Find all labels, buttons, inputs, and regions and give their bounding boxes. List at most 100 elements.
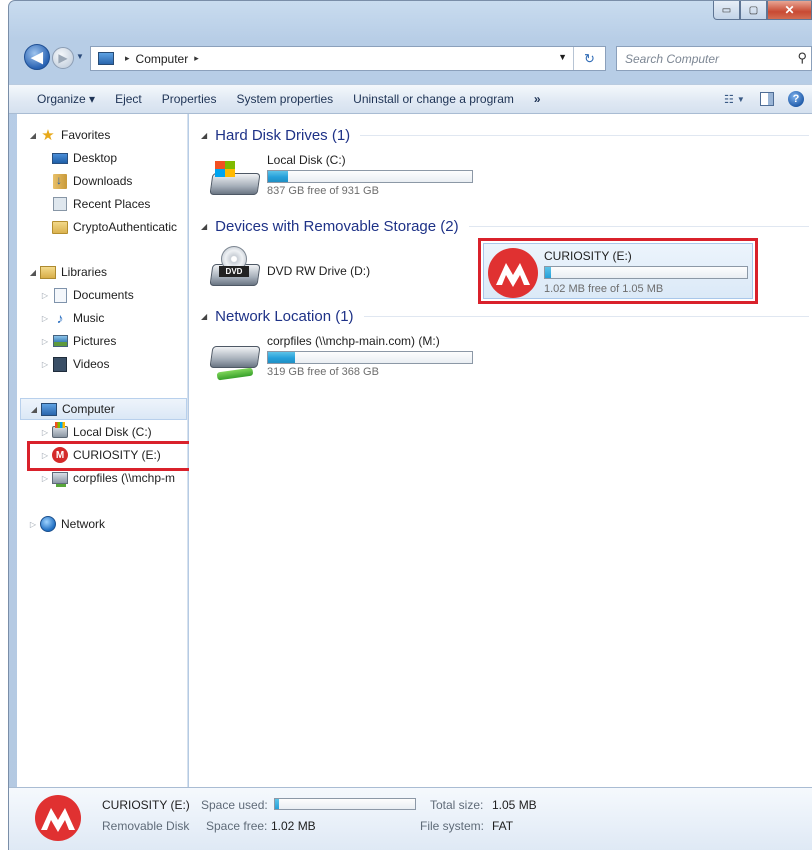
nav-desktop[interactable]: Desktop bbox=[51, 147, 117, 169]
change-view-button[interactable]: ☷ ▼ bbox=[724, 91, 746, 107]
address-row: ◀ ▶ ▼ ▸ Computer ▸ ▼ ↻ ⚲ bbox=[8, 44, 812, 76]
nav-local-disk[interactable]: ▷ Local Disk (C:) bbox=[39, 421, 152, 443]
expand-arrow-icon[interactable]: ◢ bbox=[27, 131, 39, 140]
close-button[interactable]: ✕ bbox=[767, 1, 812, 20]
eject-button[interactable]: Eject bbox=[105, 92, 152, 106]
expand-arrow-icon[interactable]: ◢ bbox=[201, 131, 207, 140]
nav-computer[interactable]: ◢ Computer bbox=[20, 398, 187, 420]
folder-icon bbox=[51, 219, 69, 235]
microchip-logo-icon bbox=[488, 248, 538, 298]
recent-pages-dropdown[interactable]: ▼ bbox=[76, 52, 84, 61]
nav-label: Pictures bbox=[73, 334, 117, 348]
hard-disk-icon bbox=[209, 153, 261, 201]
collapse-arrow-icon[interactable]: ▷ bbox=[39, 314, 51, 323]
breadcrumb-separator[interactable]: ▸ bbox=[194, 53, 199, 64]
nav-cryptoauthentication[interactable]: CryptoAuthenticatic bbox=[51, 216, 177, 238]
collapse-arrow-icon[interactable]: ▷ bbox=[39, 428, 51, 437]
breadcrumb-computer[interactable]: Computer bbox=[136, 52, 189, 66]
address-history-dropdown[interactable]: ▼ bbox=[558, 52, 567, 62]
collapse-arrow-icon[interactable]: ▷ bbox=[39, 474, 51, 483]
nav-recent-places[interactable]: Recent Places bbox=[51, 193, 150, 215]
nav-pictures[interactable]: ▷ Pictures bbox=[39, 330, 116, 352]
nav-downloads[interactable]: Downloads bbox=[51, 170, 132, 192]
expand-arrow-icon[interactable]: ◢ bbox=[201, 312, 207, 321]
recent-places-icon bbox=[51, 196, 69, 212]
space-free-label: Space free: bbox=[206, 819, 268, 833]
documents-icon bbox=[51, 287, 69, 303]
window-controls: ▭ ▢ ✕ bbox=[713, 1, 812, 21]
libraries-icon bbox=[39, 264, 57, 280]
expand-arrow-icon[interactable]: ◢ bbox=[27, 268, 39, 277]
details-drive-name: CURIOSITY (E:) bbox=[102, 798, 190, 812]
view-controls: ☷ ▼ ? bbox=[724, 91, 804, 107]
file-system-value: FAT bbox=[492, 819, 514, 833]
search-input[interactable] bbox=[625, 51, 785, 66]
minimize-button[interactable]: ▭ bbox=[713, 1, 740, 20]
nav-videos[interactable]: ▷ Videos bbox=[39, 353, 109, 375]
maximize-button[interactable]: ▢ bbox=[740, 1, 767, 20]
expand-arrow-icon[interactable]: ◢ bbox=[201, 222, 207, 231]
group-header-hard-disk-drives[interactable]: ◢ Hard Disk Drives (1) bbox=[201, 125, 809, 145]
system-properties-button[interactable]: System properties bbox=[226, 92, 343, 106]
nav-label: Videos bbox=[73, 357, 110, 371]
chevron-down-icon: ▼ bbox=[736, 94, 745, 104]
forward-button[interactable]: ▶ bbox=[52, 47, 74, 69]
more-commands-button[interactable]: » bbox=[524, 92, 551, 106]
drive-corpfiles-m[interactable]: corpfiles (\\mchp-main.com) (M:) 319 GB … bbox=[209, 334, 489, 394]
search-icon[interactable]: ⚲ bbox=[797, 50, 807, 66]
group-divider bbox=[363, 315, 809, 317]
refresh-button[interactable]: ↻ bbox=[573, 47, 605, 70]
back-arrow-icon: ◀ bbox=[31, 49, 43, 66]
group-header-removable-storage[interactable]: ◢ Devices with Removable Storage (2) bbox=[201, 216, 809, 236]
nav-documents[interactable]: ▷ Documents bbox=[39, 284, 134, 306]
uninstall-program-button[interactable]: Uninstall or change a program bbox=[343, 92, 524, 106]
dvd-drive-icon: DVD bbox=[209, 244, 261, 292]
nav-label: Downloads bbox=[73, 174, 133, 188]
nav-libraries[interactable]: ◢ Libraries bbox=[27, 261, 107, 283]
collapse-arrow-icon[interactable]: ▷ bbox=[39, 337, 51, 346]
nav-label: Network bbox=[61, 517, 106, 531]
drive-usage-bar bbox=[267, 170, 473, 183]
drive-local-disk-c[interactable]: Local Disk (C:) 837 GB free of 931 GB bbox=[209, 153, 489, 213]
forward-arrow-icon: ▶ bbox=[58, 51, 68, 65]
expand-arrow-icon[interactable]: ◢ bbox=[28, 405, 40, 414]
address-bar[interactable]: ▸ Computer ▸ ▼ ↻ bbox=[90, 46, 606, 71]
drive-free-space: 1.02 MB free of 1.05 MB bbox=[544, 283, 664, 295]
nav-music[interactable]: ▷ ♪ Music bbox=[39, 307, 104, 329]
total-size-value: 1.05 MB bbox=[492, 798, 537, 812]
drive-usage-bar bbox=[544, 266, 748, 279]
drive-curiosity-e[interactable]: CURIOSITY (E:) 1.02 MB free of 1.05 MB bbox=[483, 243, 753, 299]
organize-button[interactable]: Organize ▾ bbox=[27, 92, 105, 106]
help-icon[interactable]: ? bbox=[788, 91, 804, 107]
nav-label: Desktop bbox=[73, 151, 118, 165]
desktop-icon bbox=[51, 150, 69, 166]
drive-free-space: 319 GB free of 368 GB bbox=[267, 366, 379, 378]
search-box[interactable]: ⚲ bbox=[616, 46, 812, 71]
group-header-network-location[interactable]: ◢ Network Location (1) bbox=[201, 306, 809, 326]
collapse-arrow-icon[interactable]: ▷ bbox=[27, 520, 39, 529]
collapse-arrow-icon[interactable]: ▷ bbox=[39, 360, 51, 369]
dvd-label: DVD bbox=[219, 266, 249, 277]
group-divider bbox=[468, 225, 809, 227]
group-title: Devices with Removable Storage (2) bbox=[215, 217, 459, 235]
nav-network[interactable]: ▷ Network bbox=[27, 513, 105, 535]
file-system-label: File system: bbox=[420, 819, 485, 833]
properties-button[interactable]: Properties bbox=[152, 92, 227, 106]
nav-label: Music bbox=[73, 311, 105, 325]
details-drive-type: Removable Disk bbox=[102, 819, 190, 833]
microchip-logo-icon bbox=[35, 795, 81, 841]
preview-pane-icon[interactable] bbox=[760, 92, 774, 106]
nav-favorites[interactable]: ◢ ★ Favorites bbox=[27, 124, 110, 146]
drive-dvd-d[interactable]: DVD DVD RW Drive (D:) bbox=[209, 244, 469, 304]
details-usage-bar bbox=[274, 798, 416, 810]
computer-icon bbox=[97, 51, 115, 67]
breadcrumb-separator[interactable]: ▸ bbox=[125, 53, 130, 64]
group-divider bbox=[360, 134, 809, 136]
collapse-arrow-icon[interactable]: ▷ bbox=[39, 291, 51, 300]
back-button[interactable]: ◀ bbox=[24, 44, 50, 70]
content-pane: ◢ Hard Disk Drives (1) Local Disk (C:) 8… bbox=[189, 114, 812, 787]
nav-label: corpfiles (\\mchp-m bbox=[73, 471, 176, 485]
drive-name: CURIOSITY (E:) bbox=[544, 249, 632, 263]
view-icon: ☷ bbox=[724, 93, 734, 106]
nav-label: Libraries bbox=[61, 265, 108, 279]
